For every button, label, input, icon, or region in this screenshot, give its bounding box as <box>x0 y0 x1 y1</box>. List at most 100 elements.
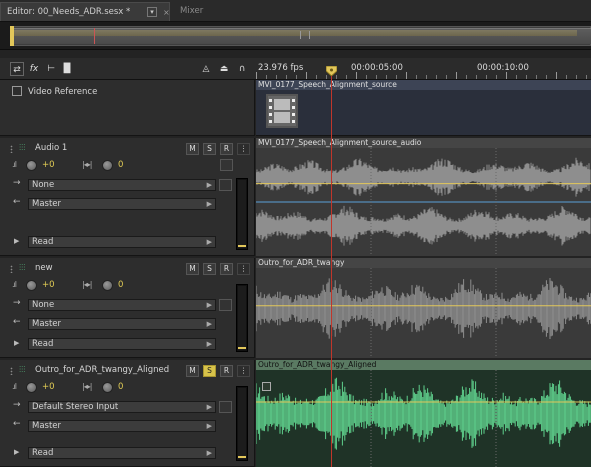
playhead-handle[interactable] <box>326 66 337 76</box>
pan-icon: |◂▸| <box>82 160 92 169</box>
output-select[interactable]: Master ▶ <box>28 318 216 330</box>
pan-value[interactable]: 0 <box>118 280 123 290</box>
record-arm-button[interactable]: R <box>220 143 233 155</box>
track-drag-handle[interactable] <box>10 367 13 375</box>
volume-knob[interactable] <box>26 280 37 291</box>
volume-icon: .ıl <box>12 382 17 391</box>
track-drag-handle[interactable] <box>10 265 13 273</box>
dropdown-arrow-icon: ▶ <box>206 238 212 246</box>
tab-close-icon[interactable]: × <box>163 3 170 22</box>
ruler-tick <box>386 75 387 79</box>
volume-knob[interactable] <box>26 382 37 393</box>
ruler-tick <box>516 75 517 79</box>
pan-knob[interactable] <box>102 160 113 171</box>
pan-icon: |◂▸| <box>82 280 92 289</box>
input-select[interactable]: Default Stereo Input ▶ <box>28 401 216 413</box>
phase-invert-button[interactable] <box>219 179 232 191</box>
fx-icon[interactable]: fx <box>27 62 41 76</box>
ruler-tick <box>426 75 427 79</box>
record-arm-button[interactable]: R <box>220 263 233 275</box>
input-select[interactable]: None ▶ <box>28 299 216 311</box>
automation-mode-value: Read <box>32 237 54 247</box>
ruler-tick <box>536 75 537 79</box>
track-name[interactable]: new <box>35 263 53 273</box>
input-select[interactable]: None ▶ <box>28 179 216 191</box>
track-lane[interactable]: MVI_0177_Speech_Alignment_source_audio <box>256 138 591 256</box>
tab-editor[interactable]: Editor: 00_Needs_ADR.sesx * ▾ × <box>0 2 170 21</box>
phase-invert-button[interactable] <box>219 299 232 311</box>
monitor-icon[interactable] <box>220 159 233 171</box>
metronome-icon[interactable]: ◬ <box>199 62 213 76</box>
output-arrow-icon: ← <box>13 317 21 327</box>
video-track-lane[interactable]: MVI_0177_Speech_Alignment_source <box>256 80 591 136</box>
tab-menu-icon[interactable]: ▾ <box>147 7 157 17</box>
clip-title[interactable]: Outro_for_ADR_twangy_Aligned <box>256 360 591 370</box>
volume-value[interactable]: +0 <box>42 382 55 392</box>
pan-icon: |◂▸| <box>82 382 92 391</box>
clip-title[interactable]: Outro_for_ADR_twangy <box>256 258 591 268</box>
output-select[interactable]: Master ▶ <box>28 198 216 210</box>
automation-mode-select[interactable]: Read ▶ <box>28 338 216 350</box>
ruler-tick <box>346 75 347 79</box>
track-lane[interactable]: Outro_for_ADR_twangy <box>256 258 591 358</box>
clip-fx-icon[interactable] <box>262 382 271 391</box>
track-lane[interactable]: Outro_for_ADR_twangy_Aligned <box>256 360 591 467</box>
volume-knob[interactable] <box>26 160 37 171</box>
track-header: ⫶⫶⫶ Outro_for_ADR_twangy_Aligned M S R ⋮ .ıl +0… <box>0 360 255 467</box>
ruler-time-label: 00:00:05:00 <box>351 63 403 73</box>
mute-button[interactable]: M <box>186 263 199 275</box>
dropdown-arrow-icon: ▶ <box>206 301 212 309</box>
ruler-time-label: 00:00:10:00 <box>477 63 529 73</box>
output-select-value: Master <box>32 199 62 209</box>
playhead-line[interactable] <box>331 72 332 467</box>
monitor-input-icon[interactable]: ⏏ <box>217 62 231 76</box>
track-name[interactable]: Audio 1 <box>35 143 67 153</box>
volume-value[interactable]: +0 <box>42 160 55 170</box>
track-name[interactable]: Outro_for_ADR_twangy_Aligned <box>35 365 169 375</box>
video-track-icon <box>12 86 22 96</box>
track-menu-button[interactable]: ⋮ <box>237 143 250 155</box>
mute-button[interactable]: M <box>186 365 199 377</box>
solo-button[interactable]: S <box>203 365 216 377</box>
automation-mode-select[interactable]: Read ▶ <box>28 236 216 248</box>
time-ruler[interactable]: 23.976 fps 00:00:05:00 00:00:10:00 <box>255 58 591 80</box>
pan-value[interactable]: 0 <box>118 160 123 170</box>
navigator-left-handle[interactable] <box>10 26 14 46</box>
ruler-tick <box>276 75 277 79</box>
track-menu-button[interactable]: ⋮ <box>237 365 250 377</box>
phase-invert-button[interactable] <box>219 401 232 413</box>
panel-tab-bar: Editor: 00_Needs_ADR.sesx * ▾ × Mixer <box>0 0 591 22</box>
dropdown-arrow-icon: ▶ <box>206 403 212 411</box>
tab-editor-label: Editor: 00_Needs_ADR.sesx * <box>7 7 131 17</box>
video-clip-title: MVI_0177_Speech_Alignment_source <box>256 80 591 90</box>
ruler-tick <box>526 75 527 79</box>
zoom-navigator[interactable] <box>0 22 591 50</box>
mute-button[interactable]: M <box>186 143 199 155</box>
record-arm-button[interactable]: R <box>220 365 233 377</box>
solo-button[interactable]: S <box>203 263 216 275</box>
headphones-icon[interactable]: ∩ <box>235 62 249 76</box>
track-drag-handle[interactable] <box>10 145 13 153</box>
tab-mixer[interactable]: Mixer <box>174 2 209 21</box>
output-select[interactable]: Master ▶ <box>28 420 216 432</box>
automation-expand-icon[interactable]: ▶ <box>14 448 19 456</box>
meter-fill <box>238 180 246 248</box>
sends-icon[interactable]: ⊢ <box>44 62 58 76</box>
pan-knob[interactable] <box>102 280 113 291</box>
automation-expand-icon[interactable]: ▶ <box>14 237 19 245</box>
pan-knob[interactable] <box>102 382 113 393</box>
clip-title[interactable]: MVI_0177_Speech_Alignment_source_audio <box>256 138 591 148</box>
volume-value[interactable]: +0 <box>42 280 55 290</box>
frame-rate-label: 23.976 fps <box>258 63 304 73</box>
navigator-playhead-marker <box>94 28 95 44</box>
automation-expand-icon[interactable]: ▶ <box>14 339 19 347</box>
eq-icon[interactable]: ▐▌ <box>60 62 74 76</box>
track-menu-button[interactable]: ⋮ <box>237 263 250 275</box>
ruler-tick <box>576 75 577 79</box>
automation-mode-select[interactable]: Read ▶ <box>28 447 216 459</box>
pan-value[interactable]: 0 <box>118 382 123 392</box>
navigator-grip-icon[interactable] <box>300 31 310 39</box>
input-select-value: None <box>32 300 55 310</box>
switch-arrows-icon[interactable]: ⇄ <box>10 62 24 76</box>
solo-button[interactable]: S <box>203 143 216 155</box>
